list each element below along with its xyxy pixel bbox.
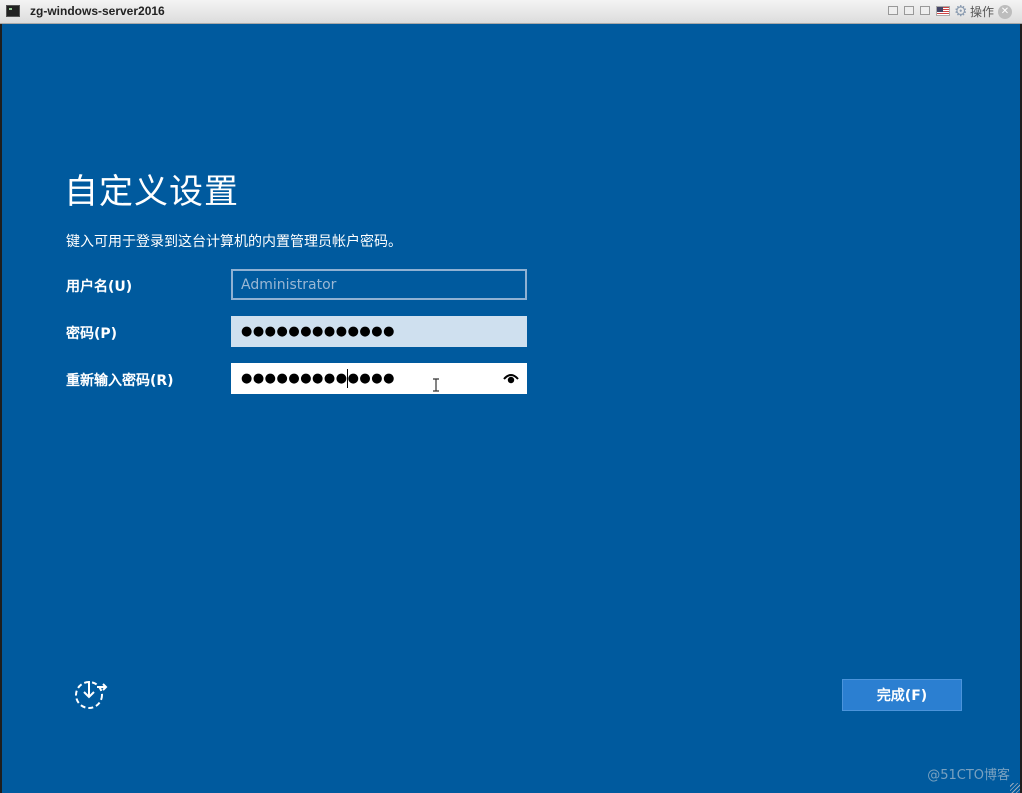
vm-titlebar: zg-windows-server2016 ⚙ 操作 ✕ bbox=[0, 0, 1022, 24]
password-label: 密码(P) bbox=[66, 326, 118, 342]
vm-window-title: zg-windows-server2016 bbox=[30, 4, 165, 18]
close-icon[interactable]: ✕ bbox=[998, 5, 1012, 19]
username-label: 用户名(U) bbox=[66, 279, 133, 295]
accessibility-icon[interactable] bbox=[72, 677, 108, 711]
username-field[interactable] bbox=[231, 269, 527, 300]
password-masked-value: ●●●●●●●●●●●●● bbox=[241, 324, 395, 339]
setup-screen: 自定义设置 键入可用于登录到这台计算机的内置管理员帐户密码。 用户名(U) 密码… bbox=[2, 24, 1020, 793]
resize-grip[interactable] bbox=[1010, 783, 1020, 793]
confirm-password-masked-value: ●●●●●●●●●●●●● bbox=[241, 371, 395, 386]
fullscreen-icon[interactable] bbox=[920, 6, 930, 15]
restore-icon[interactable] bbox=[888, 6, 898, 15]
page-title: 自定义设置 bbox=[64, 172, 239, 212]
text-cursor-icon bbox=[433, 378, 439, 392]
action-menu[interactable]: 操作 bbox=[970, 4, 994, 20]
watermark: @51CTO博客 bbox=[927, 768, 1010, 783]
confirm-password-label: 重新输入密码(R) bbox=[66, 373, 174, 389]
gear-icon[interactable]: ⚙ bbox=[954, 3, 967, 19]
confirm-password-field[interactable]: ●●●●●●●●●●●●● bbox=[231, 363, 527, 394]
reveal-password-icon[interactable] bbox=[503, 373, 519, 384]
keyboard-flag-icon[interactable] bbox=[936, 6, 950, 16]
text-caret bbox=[347, 369, 348, 388]
titlebar-controls: ⚙ 操作 ✕ bbox=[888, 3, 1018, 20]
instruction-text: 键入可用于登录到这台计算机的内置管理员帐户密码。 bbox=[66, 234, 402, 250]
username-input[interactable] bbox=[233, 271, 525, 298]
vm-console-icon bbox=[6, 5, 20, 17]
password-field[interactable]: ●●●●●●●●●●●●● bbox=[231, 316, 527, 347]
minimize-icon[interactable] bbox=[904, 6, 914, 15]
finish-button[interactable]: 完成(F) bbox=[842, 679, 962, 711]
